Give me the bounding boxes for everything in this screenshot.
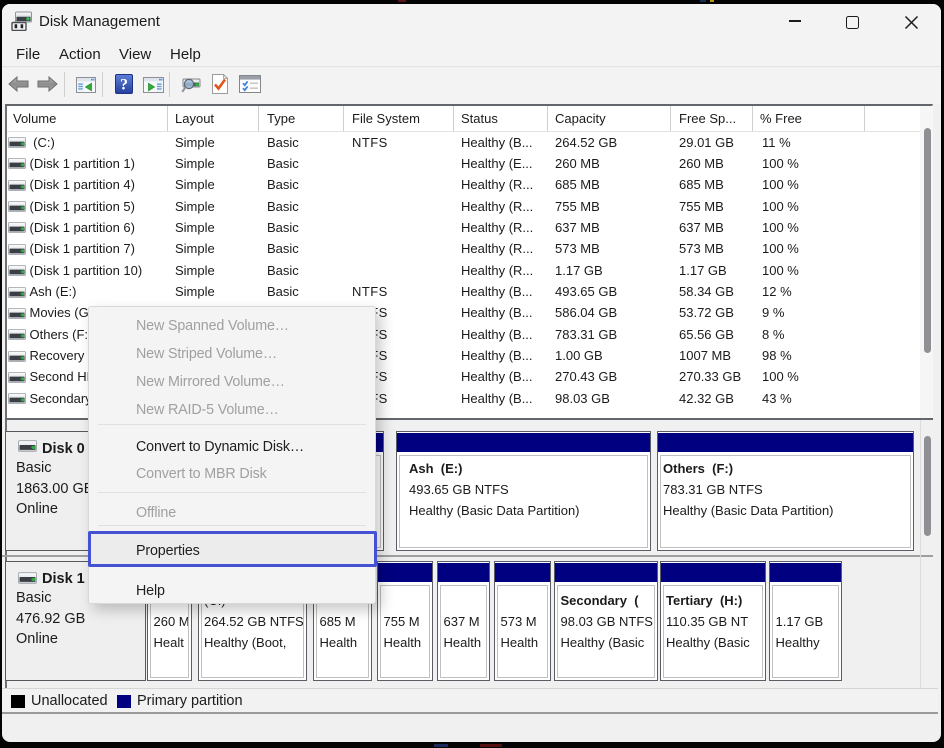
svg-text:?: ? [120, 77, 128, 94]
